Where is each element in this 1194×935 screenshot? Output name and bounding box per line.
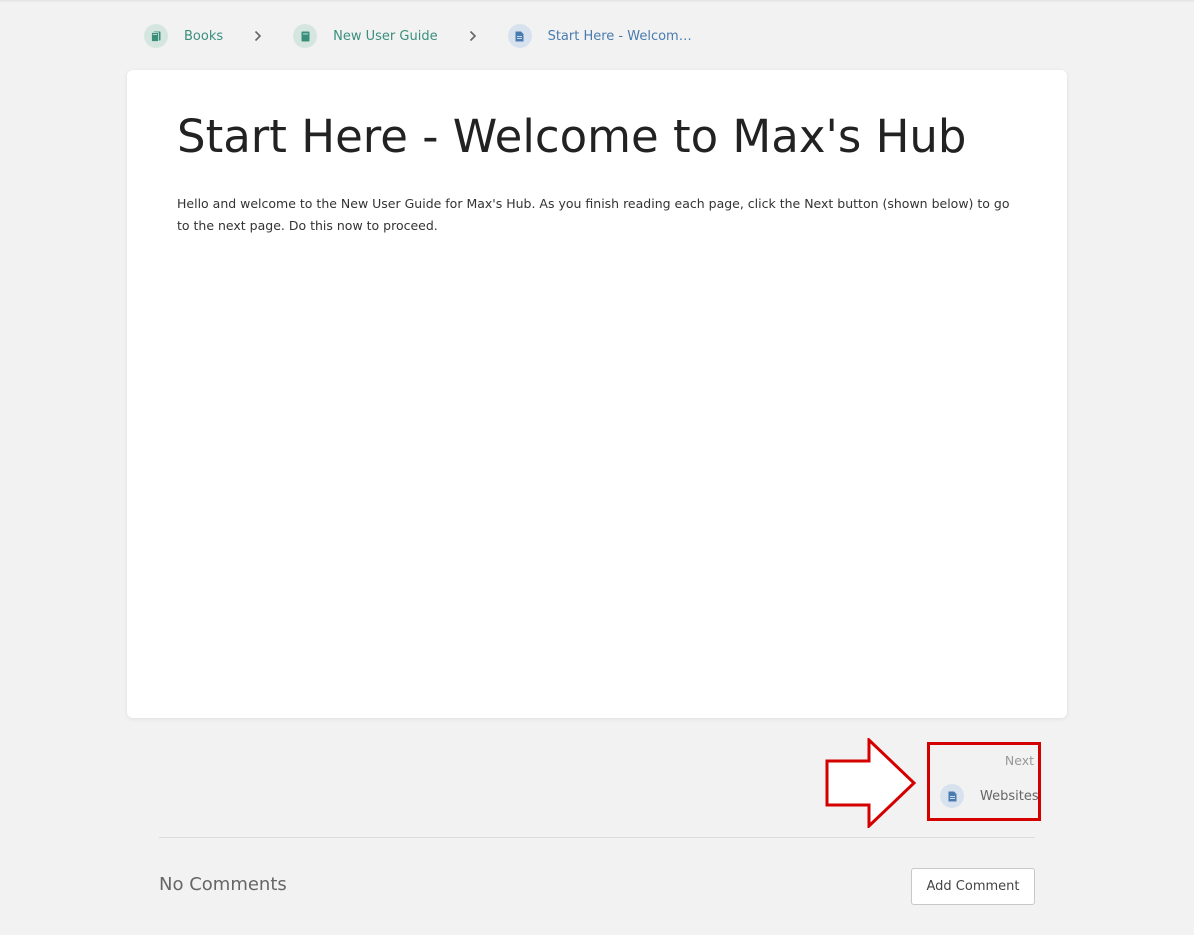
page-content-card: Start Here - Welcome to Max's Hub Hello … [127,70,1067,718]
breadcrumb-item-books[interactable]: Books [144,24,223,48]
book-icon [293,24,318,48]
breadcrumb: Books New User Guide Start Here - Welcom… [144,23,700,49]
breadcrumb-item-new-user-guide[interactable]: New User Guide [293,24,438,48]
comments-title: No Comments [159,874,287,895]
add-comment-button[interactable]: Add Comment [911,868,1035,905]
breadcrumb-item-current-page[interactable]: Start Here - Welcome t... [507,24,700,48]
next-page-link[interactable]: Websites [940,783,1039,809]
next-label: Next [1004,753,1034,768]
top-bar-shadow [0,0,1194,3]
page-body-text: Hello and welcome to the New User Guide … [177,196,1010,233]
comments-divider [159,837,1035,838]
next-page-label: Websites [980,788,1039,804]
books-icon [144,24,168,48]
page-icon [940,784,964,808]
chevron-right-icon [466,29,480,43]
breadcrumb-label-current-page: Start Here - Welcome t... [547,28,700,44]
page-icon [507,24,532,48]
chevron-right-icon [251,29,265,43]
annotation-arrow-icon [825,738,917,828]
breadcrumb-label-books: Books [184,28,224,44]
breadcrumb-label-new-user-guide: New User Guide [333,28,438,44]
page-title: Start Here - Welcome to Max's Hub [177,110,967,163]
